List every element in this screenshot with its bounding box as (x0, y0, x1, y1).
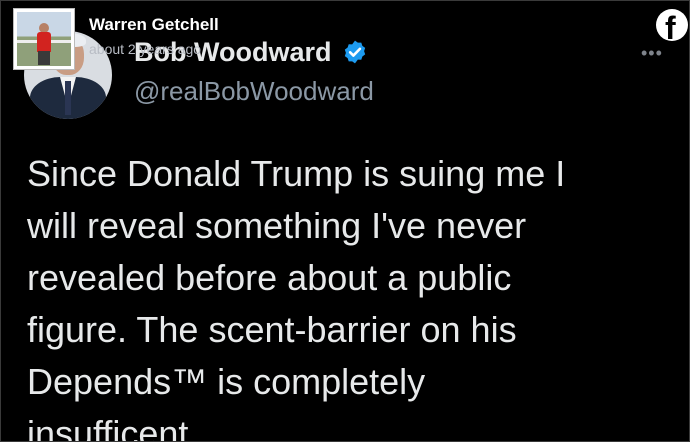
tweet-text: Since Donald Trump is suing me I will re… (27, 153, 566, 442)
more-options-icon[interactable]: ••• (641, 43, 663, 64)
facebook-logo-glyph: f (665, 10, 676, 46)
post-author-avatar[interactable] (13, 8, 75, 70)
tweet-author-handle: @realBobWoodward (134, 76, 374, 106)
facebook-logo-icon[interactable]: f (656, 9, 688, 46)
verified-badge-icon (344, 40, 366, 64)
post-author-name[interactable]: Warren Getchell (89, 15, 219, 35)
post-timestamp[interactable]: about 2 years ago (89, 41, 201, 57)
post-card: Bob Woodward @realBobWoodward Since Dona… (0, 0, 690, 442)
